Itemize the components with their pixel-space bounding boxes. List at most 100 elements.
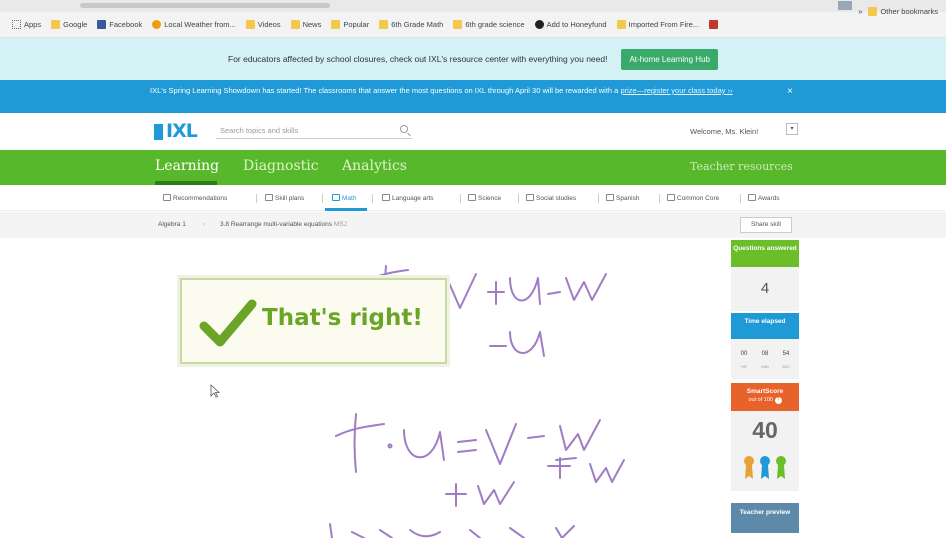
help-icon[interactable]: ? (774, 397, 782, 404)
bookmark-6th-grade-math[interactable]: 6th Grade Math (379, 20, 443, 29)
site-header: IXL Search topics and skills Welcome, Ms… (0, 113, 946, 150)
ixl-logo[interactable]: IXL (154, 120, 208, 142)
bookmark-6th-grade-science[interactable]: 6th grade science (453, 20, 525, 29)
time-minutes: 08 (761, 351, 769, 357)
at-home-learning-hub-button[interactable]: At-home Learning Hub (621, 48, 718, 70)
spanish-icon (606, 194, 614, 201)
folder-icon (331, 20, 341, 29)
handwriting-canvas[interactable] (0, 238, 946, 538)
smartscore-value: 40 (752, 417, 778, 443)
teacher-resources-link[interactable]: Teacher resources (690, 160, 793, 173)
math-icon (332, 194, 340, 201)
subnav-awards[interactable]: Awards (748, 194, 780, 202)
questions-answered-value: 4 (731, 267, 799, 311)
subnav-active-indicator (325, 208, 367, 211)
nav-learning[interactable]: Learning (155, 158, 219, 174)
main-nav: Learning Diagnostic Analytics Teacher re… (0, 150, 946, 185)
time-seconds: 54 (782, 351, 790, 357)
breadcrumb-skill: 3.8 Rearrange multi-variable equations M… (220, 221, 347, 228)
subject-nav: Recommendations Skill plans Math Languag… (0, 185, 946, 211)
weather-icon (152, 20, 162, 29)
social-studies-icon (526, 194, 534, 201)
divider (322, 194, 323, 203)
showdown-banner: IXL's Spring Learning Showdown has start… (0, 80, 946, 113)
facebook-icon (97, 20, 107, 29)
bookmark-weather[interactable]: Local Weather from... (152, 20, 236, 29)
bookmark-videos[interactable]: Videos (245, 20, 281, 29)
nav-diagnostic[interactable]: Diagnostic (243, 158, 319, 174)
apps-grid-icon (12, 20, 21, 29)
folder-icon (379, 20, 389, 29)
checkmark-icon (199, 299, 257, 347)
subnav-recommendations[interactable]: Recommendations (163, 194, 227, 202)
recommendations-icon (163, 194, 171, 201)
tab-blur (80, 3, 330, 8)
honeyfund-icon (534, 20, 544, 29)
time-seconds-caption: SEC (781, 364, 791, 369)
folder-icon (616, 20, 626, 29)
folder-icon (453, 20, 463, 29)
browser-tab-strip (0, 0, 946, 12)
smartscore-title: SmartScore (746, 388, 784, 395)
folder-icon (868, 7, 878, 16)
divider (598, 194, 599, 203)
language-arts-icon (382, 194, 390, 201)
subnav-science[interactable]: Science (468, 194, 501, 202)
chevron-down-icon[interactable]: ▾ (786, 123, 798, 135)
bookmark-imported[interactable]: Imported From Fire... (616, 20, 699, 29)
educator-banner: For educators affected by school closure… (0, 38, 946, 80)
close-icon[interactable]: × (787, 86, 793, 97)
window-control-icon[interactable] (838, 1, 852, 10)
educator-banner-text: For educators affected by school closure… (228, 54, 608, 64)
bookmark-facebook[interactable]: Facebook (97, 20, 142, 29)
subnav-social-studies[interactable]: Social studies (526, 194, 576, 202)
awards-icon (748, 194, 756, 201)
share-skill-button[interactable]: Share skill (740, 217, 792, 233)
smartscore-subtitle: out of 100 ? (731, 396, 799, 404)
subnav-common-core[interactable]: Common Core (667, 194, 719, 202)
mouse-cursor-icon (210, 384, 220, 398)
subnav-math[interactable]: Math (332, 194, 356, 202)
skill-plans-icon (265, 194, 273, 201)
skill-title: 3.8 Rearrange multi-variable equations (220, 221, 333, 228)
breadcrumb-course[interactable]: Algebra 1 (158, 221, 186, 228)
divider (659, 194, 660, 203)
search-icon[interactable] (400, 125, 408, 133)
bookmarks-bar: Apps Google Facebook Local Weather from.… (0, 12, 946, 38)
hat-icon (709, 20, 719, 29)
divider (518, 194, 519, 203)
smartscore-box: 40 (731, 411, 799, 491)
folder-icon (51, 20, 61, 29)
nav-analytics[interactable]: Analytics (342, 158, 407, 174)
logo-mark (154, 124, 163, 140)
science-icon (468, 194, 476, 201)
search-input[interactable]: Search topics and skills (216, 124, 412, 139)
skill-code: MSJ (333, 221, 347, 228)
bookmark-hat[interactable] (709, 20, 719, 29)
divider (372, 194, 373, 203)
welcome-text: Welcome, Ms. Klein! (690, 127, 759, 136)
subnav-language-arts[interactable]: Language arts (382, 194, 434, 202)
subnav-skill-plans[interactable]: Skill plans (265, 194, 304, 202)
teacher-preview-button[interactable]: Teacher preview (731, 503, 799, 533)
time-elapsed-value: 00 08 54 HR MIN SEC (731, 339, 799, 379)
folder-icon (245, 20, 255, 29)
bookmark-google[interactable]: Google (51, 20, 87, 29)
feedback-panel: That's right! (180, 278, 447, 364)
smartscore-label: SmartScore out of 100 ? (731, 383, 799, 411)
subnav-spanish[interactable]: Spanish (606, 194, 640, 202)
bookmark-apps[interactable]: Apps (12, 20, 41, 29)
showdown-text: IXL's Spring Learning Showdown has start… (150, 86, 733, 95)
bookmark-honeyfund[interactable]: Add to Honeyfund (534, 20, 607, 29)
time-hours-caption: HR (741, 364, 747, 369)
breadcrumb: Algebra 1 › 3.8 Rearrange multi-variable… (0, 212, 946, 238)
medal-ribbons-icon (744, 456, 786, 479)
bookmark-news[interactable]: News (290, 20, 321, 29)
question-area: That's right! (0, 238, 946, 538)
feedback-text: That's right! (262, 305, 423, 331)
bookmark-popular[interactable]: Popular (331, 20, 369, 29)
divider (740, 194, 741, 203)
register-class-link[interactable]: prize—register your class today ›› (620, 86, 732, 95)
time-hours: 00 (740, 351, 748, 357)
other-bookmarks[interactable]: » Other bookmarks (858, 7, 938, 16)
